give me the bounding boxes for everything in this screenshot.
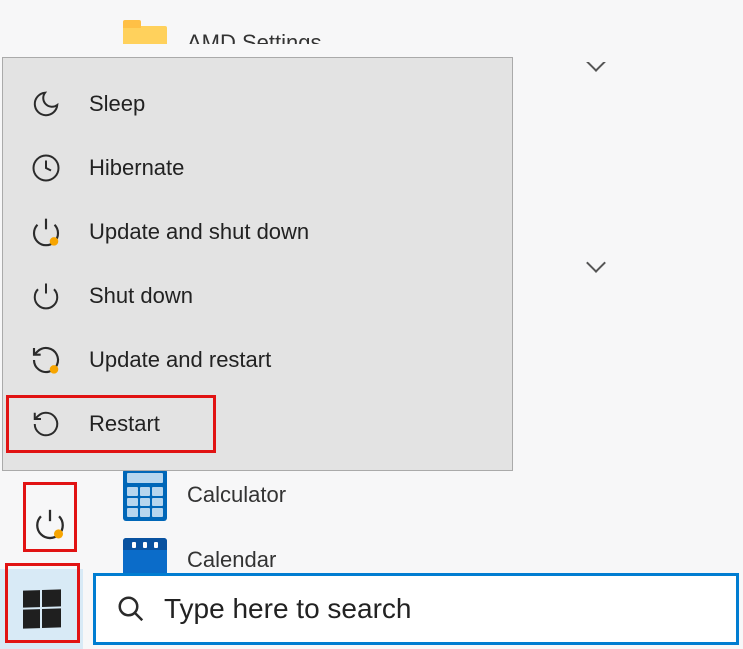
search-icon: [116, 594, 146, 624]
power-menu: Sleep Hibernate Update and shut down Shu…: [2, 57, 513, 471]
menu-item-label: Hibernate: [89, 155, 184, 181]
menu-item-shutdown[interactable]: Shut down: [3, 264, 512, 328]
menu-item-update-restart[interactable]: Update and restart: [3, 328, 512, 392]
start-button[interactable]: [0, 569, 83, 649]
menu-item-sleep[interactable]: Sleep: [3, 72, 512, 136]
menu-item-restart[interactable]: Restart: [3, 392, 512, 456]
moon-icon: [29, 87, 63, 121]
app-list-label: Calculator: [187, 482, 286, 508]
menu-item-label: Shut down: [89, 283, 193, 309]
search-placeholder: Type here to search: [164, 593, 411, 625]
menu-item-update-shutdown[interactable]: Update and shut down: [3, 200, 512, 264]
restart-icon: [29, 407, 63, 441]
chevron-down-icon[interactable]: [586, 253, 606, 273]
app-list-label: Calendar: [187, 547, 276, 573]
app-list-item-calculator[interactable]: Calculator: [123, 469, 286, 521]
search-box[interactable]: Type here to search: [93, 573, 739, 645]
windows-logo-icon: [23, 589, 61, 628]
menu-item-label: Update and restart: [89, 347, 271, 373]
menu-item-label: Restart: [89, 411, 160, 437]
menu-item-label: Sleep: [89, 91, 145, 117]
power-button[interactable]: [22, 497, 77, 551]
menu-item-label: Update and shut down: [89, 219, 309, 245]
menu-item-hibernate[interactable]: Hibernate: [3, 136, 512, 200]
calculator-icon: [123, 469, 167, 521]
power-icon: [29, 279, 63, 313]
power-update-icon: [29, 215, 63, 249]
restart-update-icon: [29, 343, 63, 377]
clock-icon: [29, 151, 63, 185]
